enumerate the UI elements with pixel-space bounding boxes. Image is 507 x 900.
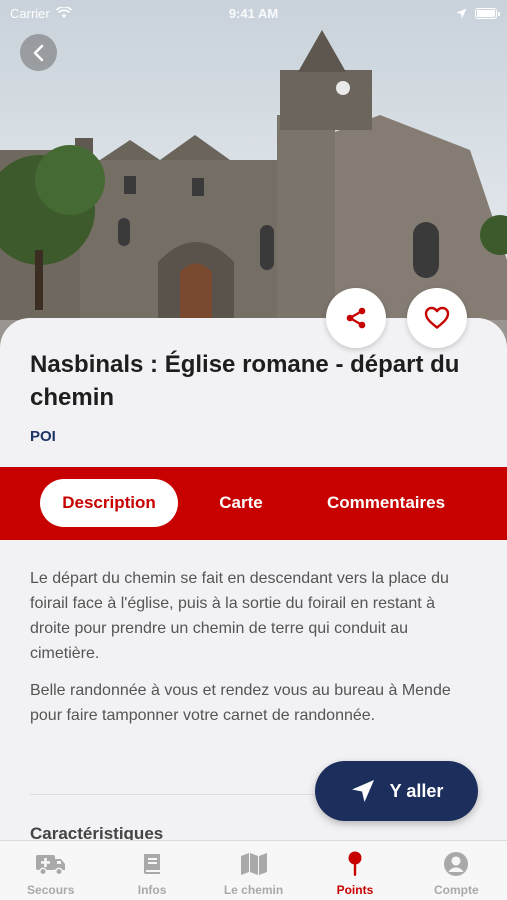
back-button[interactable] (20, 34, 57, 71)
tabbar-label: Points (336, 883, 374, 897)
tabbar-label: Infos (137, 883, 167, 897)
status-time: 9:41 AM (228, 5, 279, 21)
tab-carte[interactable]: Carte (203, 479, 279, 527)
tabbar-label: Secours (27, 883, 75, 897)
favorite-button[interactable] (407, 288, 467, 348)
poi-type-label: POI (30, 428, 56, 445)
book-icon (141, 851, 163, 877)
go-button-label: Y aller (389, 780, 444, 801)
tab-commentaires[interactable]: Commentaires (310, 479, 462, 527)
ambulance-icon (35, 851, 67, 877)
segment-tabs: Description Carte Commentaires (0, 467, 507, 540)
tabbar-item-points[interactable]: Points (304, 841, 405, 900)
battery-icon (475, 7, 500, 19)
tabbar-label: Compte (433, 883, 479, 897)
heart-icon (424, 306, 450, 329)
tabbar-item-compte[interactable]: Compte (406, 841, 507, 900)
tabbar-label: Le chemin (223, 883, 284, 897)
go-button[interactable]: Y aller (315, 761, 478, 821)
user-icon (443, 851, 469, 877)
status-bar: Carrier 9:41 AM (0, 0, 507, 26)
bottom-tab-bar: Secours Infos Le chemin Points Compte (0, 840, 507, 900)
description-content: Le départ du chemin se fait en descendan… (30, 566, 477, 740)
description-paragraph: Belle randonnée à vous et rendez vous au… (30, 682, 451, 724)
tabbar-item-infos[interactable]: Infos (101, 841, 202, 900)
share-icon (346, 307, 366, 329)
tabbar-item-secours[interactable]: Secours (0, 841, 101, 900)
tab-description[interactable]: Description (40, 479, 178, 527)
map-pin-icon (346, 851, 364, 877)
navigation-arrow-icon (351, 780, 374, 802)
share-button[interactable] (326, 288, 386, 348)
description-paragraph: Le départ du chemin se fait en descendan… (30, 570, 449, 662)
poi-title: Nasbinals : Église romane - départ du ch… (30, 351, 460, 411)
map-icon (240, 851, 268, 877)
chevron-left-icon (33, 44, 43, 61)
tabbar-item-le-chemin[interactable]: Le chemin (203, 841, 304, 900)
